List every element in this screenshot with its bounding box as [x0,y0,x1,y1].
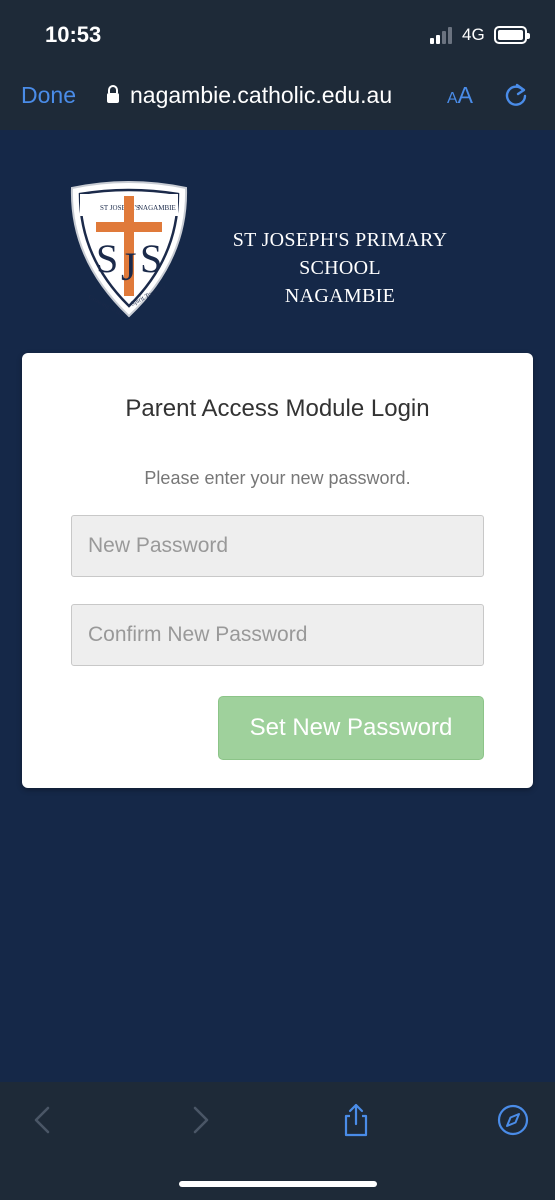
status-time: 10:53 [45,22,102,47]
school-name-line2: NAGAMBIE [284,285,396,307]
login-title: Parent Access Module Login [125,395,430,422]
login-card: Parent Access Module Login Please enter … [22,353,533,788]
back-icon[interactable] [24,1102,60,1138]
reader-big-a: A [457,82,474,108]
home-indicator[interactable] [179,1181,377,1187]
svg-text:S: S [140,236,162,281]
school-name-line1: ST JOSEPH'S PRIMARY SCHOOL [232,229,448,279]
svg-text:S: S [96,236,118,281]
cellular-signal-icon [430,27,456,44]
lock-icon [107,85,119,103]
svg-text:J: J [121,244,137,289]
forward-icon[interactable] [183,1102,219,1138]
new-password-field[interactable] [71,515,484,577]
browser-url-bar: Done nagambie.catholic.edu.au AA [0,64,555,130]
compass-icon[interactable] [495,1102,531,1138]
set-new-password-button[interactable]: Set New Password [218,696,484,760]
url-address[interactable]: nagambie.catholic.edu.au [130,82,392,109]
svg-text:NAGAMBIE: NAGAMBIE [138,204,176,212]
reload-icon[interactable] [503,82,529,108]
reader-text-size-button[interactable]: AA [447,82,473,109]
confirm-password-field[interactable] [71,604,484,666]
network-type: 4G [462,25,485,44]
school-name: ST JOSEPH'S PRIMARY SCHOOL NAGAMBIE [190,226,490,310]
status-bar: 10:53 4G [0,0,555,64]
school-crest-logo: ST JOSEPH'S NAGAMBIE S J S Growing in th… [70,181,188,318]
share-icon[interactable] [338,1102,374,1138]
login-instructions: Please enter your new password. [144,468,411,488]
battery-icon [494,26,530,44]
done-button[interactable]: Done [21,82,76,109]
reader-small-a: A [447,90,458,107]
